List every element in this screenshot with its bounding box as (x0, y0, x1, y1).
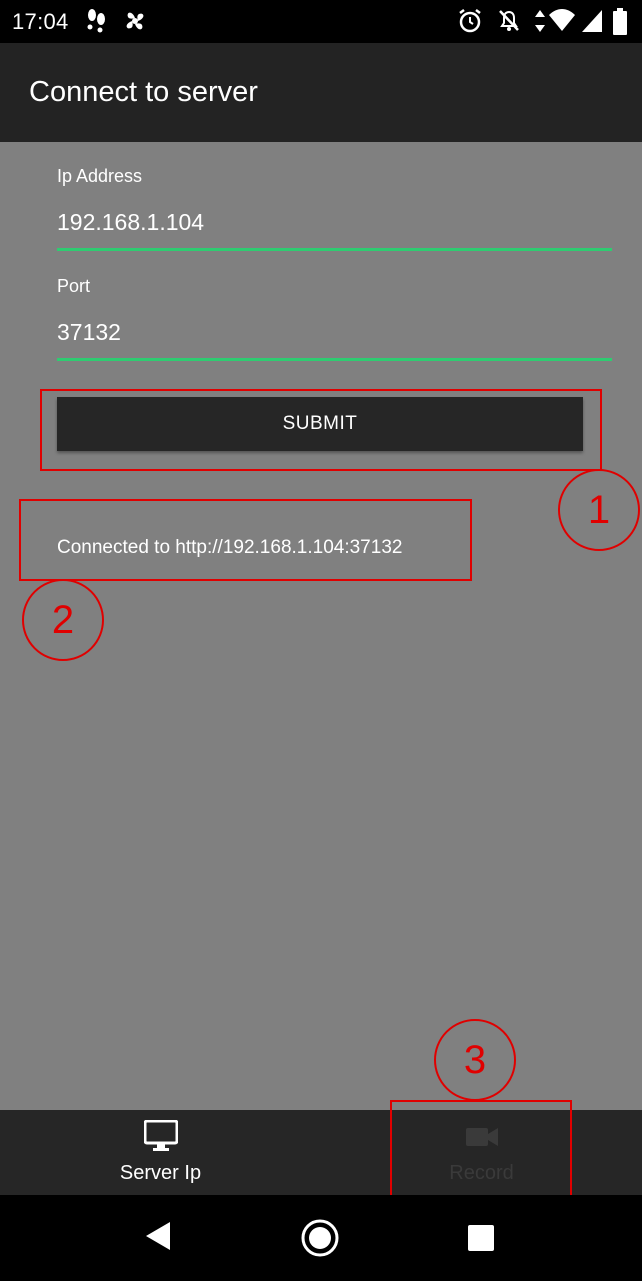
nav-item-server-ip[interactable]: Server Ip (0, 1110, 321, 1195)
annotation-circle-1: 1 (558, 469, 640, 551)
steps-icon (84, 8, 108, 39)
status-bar: 17:04 (0, 0, 642, 43)
monitor-icon (143, 1119, 178, 1157)
annotation-box-3 (390, 1100, 572, 1201)
status-time: 17:04 (12, 9, 69, 34)
ip-address-label: Ip Address (57, 166, 143, 186)
data-arrows-icon (534, 8, 546, 39)
system-navigation-bar (0, 1195, 642, 1281)
port-underline (57, 358, 612, 361)
wifi-icon (548, 8, 576, 39)
ip-address-field[interactable]: 192.168.1.104 (57, 209, 204, 236)
fan-icon (122, 8, 148, 39)
annotation-box-2 (19, 499, 472, 581)
recents-icon[interactable] (467, 1224, 495, 1257)
port-label: Port (57, 276, 91, 296)
nav-label-server-ip: Server Ip (119, 1162, 202, 1184)
port-field[interactable]: 37132 (57, 319, 121, 346)
annotation-box-1 (40, 389, 602, 471)
notifications-off-icon (497, 8, 521, 39)
ip-address-underline (57, 248, 612, 251)
annotation-circle-2: 2 (22, 579, 104, 661)
page-title: Connect to server (29, 76, 258, 108)
battery-icon (612, 8, 628, 41)
signal-icon (580, 8, 604, 39)
alarm-icon (458, 8, 482, 39)
app-bar: Connect to server (0, 43, 642, 142)
home-icon[interactable] (300, 1218, 340, 1263)
back-icon[interactable] (145, 1221, 171, 1256)
annotation-circle-3: 3 (434, 1019, 516, 1101)
